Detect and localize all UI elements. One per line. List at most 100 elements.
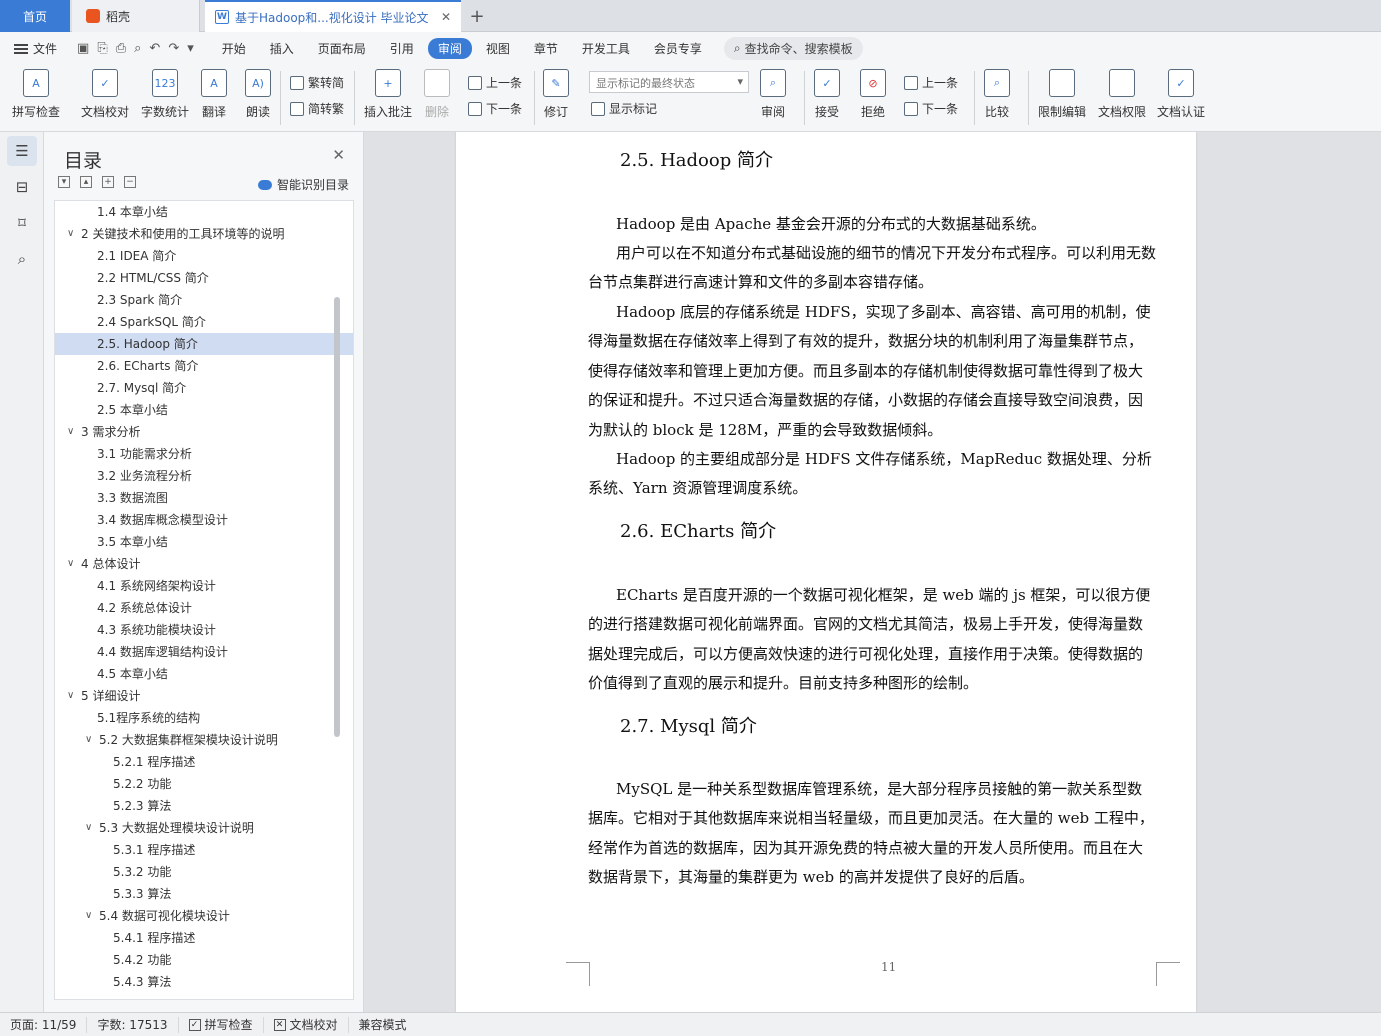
new-tab-button[interactable]: + — [465, 0, 489, 32]
show-markup-button[interactable]: 显示标记 — [591, 100, 657, 117]
tab-view[interactable]: 视图 — [476, 38, 520, 59]
remove-heading-icon[interactable]: − — [124, 176, 136, 188]
track-changes-button[interactable]: ✎ 修订 — [543, 69, 569, 120]
accept-button[interactable]: ✓ 接受 — [814, 69, 840, 120]
toc-item[interactable]: ∨ 5.4 数据可视化模块设计 — [55, 905, 353, 927]
close-icon[interactable]: ✕ — [332, 146, 345, 164]
toc-item[interactable]: 5.4.1 程序描述 — [55, 927, 353, 949]
read-aloud-button[interactable]: A) 朗读 — [245, 69, 271, 120]
restrict-edit-button[interactable]: 限制编辑 — [1038, 69, 1086, 120]
toc-item[interactable]: 2.3 Spark 简介 — [55, 289, 353, 311]
add-heading-icon[interactable]: + — [102, 176, 114, 188]
collapse-all-icon[interactable]: ▴ — [80, 176, 92, 188]
tab-developer[interactable]: 开发工具 — [572, 38, 640, 59]
search-icon[interactable]: ⌕ — [7, 244, 37, 274]
toc-item[interactable]: 3.3 数据流图 — [55, 487, 353, 509]
toc-panel-icon[interactable]: ☰ — [7, 136, 37, 166]
chevron-down-icon[interactable]: ∨ — [85, 729, 92, 751]
toc-item[interactable]: 5.3.1 程序描述 — [55, 839, 353, 861]
toc-item[interactable]: 3.4 数据库概念模型设计 — [55, 509, 353, 531]
toc-item[interactable]: 3.2 业务流程分析 — [55, 465, 353, 487]
tab-member[interactable]: 会员专享 — [644, 38, 712, 59]
review-pane-button[interactable]: ⌕ 审阅 — [760, 69, 786, 120]
toc-item[interactable]: ∨ 2 关键技术和使用的工具环境等的说明 — [55, 223, 353, 245]
insert-comment-button[interactable]: + 插入批注 — [364, 69, 412, 120]
document-page[interactable]: 2.5. Hadoop 简介 Hadoop 是由 Apache 基金会开源的分布… — [456, 132, 1196, 1012]
tab-chapter[interactable]: 章节 — [524, 38, 568, 59]
chevron-down-icon[interactable]: ∨ — [67, 421, 74, 443]
spell-check-toggle[interactable]: ✓ 拼写检查 — [179, 1016, 264, 1033]
tab-review[interactable]: 审阅 — [427, 38, 472, 59]
toc-item[interactable]: 2.5. Hadoop 简介 — [55, 333, 353, 355]
tab-references[interactable]: 引用 — [380, 38, 424, 59]
chevron-down-icon[interactable]: ∨ — [67, 685, 74, 707]
toc-item[interactable]: 2.7. Mysql 简介 — [55, 377, 353, 399]
tab-page-layout[interactable]: 页面布局 — [308, 38, 376, 59]
toc-item[interactable]: 5.1程序系统的结构 — [55, 707, 353, 729]
toc-item[interactable]: ∨ 4 总体设计 — [55, 553, 353, 575]
toc-item[interactable]: 5.2.1 程序描述 — [55, 751, 353, 773]
proofread-toggle[interactable]: ✕ 文档校对 — [264, 1016, 349, 1033]
translate-button[interactable]: A 翻译 — [201, 69, 227, 120]
print-preview-icon[interactable]: ⌕ — [134, 41, 141, 56]
tab-document[interactable]: W 基于Hadoop和...视化设计 毕业论文 ✕ — [205, 0, 461, 32]
bookmark-icon[interactable]: ⌑ — [7, 208, 37, 238]
smart-toc-button[interactable]: 智能识别目录 — [257, 176, 349, 193]
reject-button[interactable]: ⊘ 拒绝 — [860, 69, 886, 120]
toc-item[interactable]: ∨ 5.3 大数据处理模块设计说明 — [55, 817, 353, 839]
page-indicator[interactable]: 页面: 11/59 — [0, 1016, 88, 1033]
doc-permission-button[interactable]: 文档权限 — [1098, 69, 1146, 120]
tab-insert[interactable]: 插入 — [260, 38, 304, 59]
toc-item[interactable]: 5.3.3 算法 — [55, 883, 353, 905]
print-icon[interactable]: ⎙ — [116, 41, 126, 56]
file-menu-button[interactable]: 文件 — [14, 40, 57, 57]
export-icon[interactable]: ⎘ — [97, 41, 107, 56]
doc-proofread-button[interactable]: ✓ 文档校对 — [81, 69, 129, 120]
toc-item[interactable]: 3.1 功能需求分析 — [55, 443, 353, 465]
toc-item[interactable]: 3.5 本章小结 — [55, 531, 353, 553]
trad-to-simp-button[interactable]: 繁转简 — [290, 74, 344, 91]
simp-to-trad-button[interactable]: 简转繁 — [290, 100, 344, 117]
toc-item[interactable]: ∨ 5 详细设计 — [55, 685, 353, 707]
next-comment-button[interactable]: 下一条 — [468, 100, 522, 117]
compare-button[interactable]: ⌕ 比较 — [984, 69, 1010, 120]
expand-all-icon[interactable]: ▾ — [58, 176, 70, 188]
toc-scrollbar[interactable] — [334, 297, 340, 737]
toc-item[interactable]: 4.4 数据库逻辑结构设计 — [55, 641, 353, 663]
toc-item[interactable]: 2.5 本章小结 — [55, 399, 353, 421]
delete-comment-button[interactable]: 删除 — [424, 69, 450, 120]
close-icon[interactable]: ✕ — [441, 10, 451, 24]
chevron-down-icon[interactable]: ∨ — [85, 817, 92, 839]
toc-item[interactable]: 4.2 系统总体设计 — [55, 597, 353, 619]
toc-item[interactable]: 5.4.3 算法 — [55, 971, 353, 993]
undo-icon[interactable]: ↶ — [149, 41, 160, 56]
toc-item[interactable]: 2.6. ECharts 简介 — [55, 355, 353, 377]
toc-item[interactable]: 5.4.2 功能 — [55, 949, 353, 971]
tab-doke[interactable]: 稻壳 — [72, 0, 200, 32]
prev-comment-button[interactable]: 上一条 — [468, 74, 522, 91]
toc-item[interactable]: 4.5 本章小结 — [55, 663, 353, 685]
toc-item[interactable]: 4.1 系统网络架构设计 — [55, 575, 353, 597]
toc-item[interactable]: 2.4 SparkSQL 简介 — [55, 311, 353, 333]
tab-start[interactable]: 开始 — [212, 38, 256, 59]
tab-home[interactable]: 首页 — [0, 0, 70, 32]
word-count-indicator[interactable]: 字数: 17513 — [87, 1016, 179, 1033]
next-change-button[interactable]: 下一条 — [904, 100, 958, 117]
toc-item[interactable]: ∨ 5.2 大数据集群框架模块设计说明 — [55, 729, 353, 751]
toc-item[interactable]: 1.4 本章小结 — [55, 201, 353, 223]
toc-item[interactable]: 5.3.2 功能 — [55, 861, 353, 883]
toc-item[interactable]: 5.2.2 功能 — [55, 773, 353, 795]
prev-change-button[interactable]: 上一条 — [904, 74, 958, 91]
redo-icon[interactable]: ↷ — [168, 41, 179, 56]
save-icon[interactable]: ▣ — [77, 41, 89, 56]
toc-item[interactable]: 5.2.3 算法 — [55, 795, 353, 817]
doc-certify-button[interactable]: ✓ 文档认证 — [1157, 69, 1205, 120]
toc-item[interactable]: 2.1 IDEA 简介 — [55, 245, 353, 267]
command-search[interactable]: ⌕ 查找命令、搜索模板 — [723, 37, 863, 60]
toc-item[interactable]: 2.2 HTML/CSS 简介 — [55, 267, 353, 289]
markup-state-select[interactable]: 显示标记的最终状态 — [589, 71, 749, 93]
chevron-down-icon[interactable]: ∨ — [67, 223, 74, 245]
customize-icon[interactable]: ▾ — [187, 41, 194, 56]
navigation-icon[interactable]: ⊟ — [7, 172, 37, 202]
word-count-button[interactable]: 123 字数统计 — [141, 69, 189, 120]
